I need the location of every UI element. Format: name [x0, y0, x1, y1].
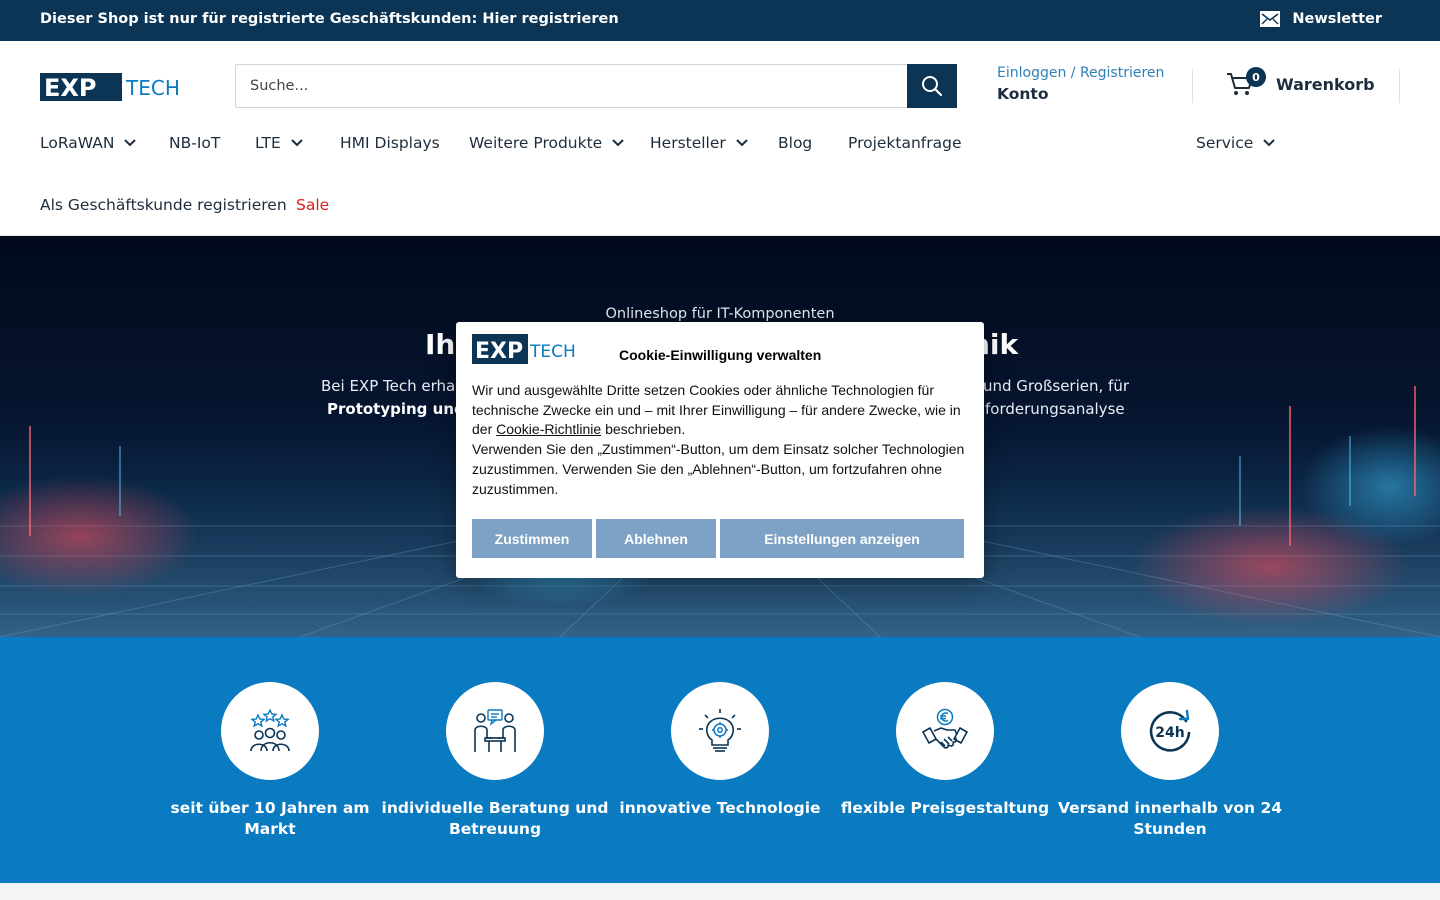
envelope-icon [1260, 11, 1281, 27]
accept-button[interactable]: Zustimmen [472, 519, 592, 558]
hero-line2-right: forderungsanalyse [985, 400, 1125, 418]
nav-label: NB-IoT [169, 134, 221, 152]
cookie-dialog-text: Wir und ausgewählte Dritte setzen Cookie… [472, 381, 972, 499]
header-divider [1192, 69, 1193, 103]
feature-label: innovative Technologie [619, 799, 821, 817]
nav-label: Projektanfrage [848, 134, 962, 152]
nav-item-hmi-displays[interactable]: HMI Displays [340, 134, 440, 152]
chevron-down-icon [736, 139, 748, 147]
nav-item-weitere-produkte[interactable]: Weitere Produkte [469, 134, 624, 152]
nav-item-hersteller[interactable]: Hersteller [650, 134, 748, 152]
account-link[interactable]: Konto [997, 85, 1164, 103]
feature-icon-circle [671, 682, 769, 780]
chevron-down-icon [612, 139, 624, 147]
nav-label: Sale [296, 196, 330, 214]
nav-item-lorawan[interactable]: LoRaWAN [40, 134, 137, 152]
hero-subtitle: Onlineshop für IT-Komponenten [605, 306, 835, 322]
account-area: Einloggen / Registrieren Konto [997, 65, 1164, 103]
nav-item-sale[interactable]: Sale [296, 196, 329, 214]
feature-label: flexible Preisgestaltung [840, 799, 1050, 817]
handshake-euro-icon [922, 708, 968, 749]
search-input[interactable] [236, 65, 907, 107]
consulting-icon [474, 709, 516, 752]
lightbulb-gear-icon [699, 709, 741, 752]
nav-item-blog[interactable]: Blog [778, 134, 812, 152]
nav-label: LTE [255, 134, 281, 152]
feature-label: seit über 10 Jahren am Markt [170, 799, 370, 838]
feature-item: innovative Technologie [600, 682, 840, 819]
nav-label: Hersteller [650, 134, 726, 152]
cookie-dialog-title: Cookie-Einwilligung verwalten [619, 347, 822, 363]
cart-count-badge: 0 [1246, 67, 1266, 87]
nav-label: Blog [778, 134, 813, 152]
feature-label: Versand innerhalb von 24 Stunden [1057, 799, 1283, 838]
feature-icon-circle: 24h [1121, 682, 1219, 780]
24h-icon: 24h [1149, 709, 1191, 752]
feature-item: individuelle Beratung und Betreuung [375, 682, 615, 840]
search-icon [922, 76, 943, 97]
reject-button[interactable]: Ablehnen [596, 519, 716, 558]
feature-item: 24h Versand innerhalb von 24 Stunden [1050, 682, 1290, 840]
footer-strip [0, 883, 1440, 900]
nav-item-register-business[interactable]: Als Geschäftskunde registrieren [40, 196, 287, 214]
nav-item-nb-iot[interactable]: NB-IoT [169, 134, 220, 152]
newsletter-link[interactable]: Newsletter [1260, 11, 1382, 27]
feature-item: flexible Preisgestaltung [825, 682, 1065, 819]
chevron-down-icon [1263, 139, 1276, 147]
hero-line1-right: und Großserien, für [983, 377, 1129, 395]
hero-line1-left: Bei EXP Tech erhalte [321, 377, 475, 395]
cart-button[interactable]: 0 Warenkorb [1226, 67, 1375, 97]
cookie-text-3: Verwenden Sie den „Zustimmen“-Button, um… [472, 441, 965, 497]
feature-label: individuelle Beratung und Betreuung [381, 799, 609, 838]
nav-label: Als Geschäftskunde registrieren [40, 196, 287, 214]
feature-icon-circle [896, 682, 994, 780]
nav-item-service[interactable]: Service [1196, 134, 1276, 152]
cookie-consent-dialog: EXP TECH Cookie-Einwilligung verwalten W… [456, 322, 984, 578]
svg-text:EXP: EXP [44, 74, 97, 101]
svg-text:TECH: TECH [529, 342, 576, 362]
search-button[interactable] [907, 64, 957, 108]
hero-line2-left: Prototyping und [327, 400, 465, 418]
feature-icon-circle [446, 682, 544, 780]
feature-icon-circle [221, 682, 319, 780]
svg-text:24h: 24h [1155, 725, 1184, 741]
nav-label: HMI Displays [340, 134, 440, 152]
login-register-link[interactable]: Einloggen / Registrieren [997, 65, 1164, 81]
modal-logo: EXP TECH [472, 332, 584, 371]
exptech-logo[interactable]: EXP TECH [40, 73, 197, 105]
chevron-down-icon [124, 139, 137, 147]
show-settings-button[interactable]: Einstellungen anzeigen [720, 519, 964, 558]
features-section: seit über 10 Jahren am Markt individuell… [0, 637, 1440, 883]
search-bar [235, 64, 957, 108]
header-divider [1399, 69, 1400, 103]
cookie-policy-link[interactable]: Cookie-Richtlinie [496, 421, 601, 437]
nav-label: Service [1196, 134, 1254, 152]
nav-item-lte[interactable]: LTE [255, 134, 303, 152]
nav-label: LoRaWAN [40, 134, 115, 152]
svg-text:EXP: EXP [475, 339, 523, 364]
announcement-bar: Dieser Shop ist nur für registrierte Ges… [0, 0, 1440, 41]
nav-item-projektanfrage[interactable]: Projektanfrage [848, 134, 962, 152]
cookie-text-2: beschrieben. [605, 421, 686, 438]
team-stars-icon [250, 709, 290, 752]
chevron-down-icon [291, 139, 303, 147]
register-announcement-link[interactable]: Dieser Shop ist nur für registrierte Ges… [40, 11, 619, 27]
nav-label: Weitere Produkte [469, 134, 603, 152]
svg-text:TECH: TECH [125, 76, 180, 100]
newsletter-label: Newsletter [1292, 11, 1382, 27]
site-header: EXP TECH Einloggen / Registrieren Konto … [0, 41, 1440, 236]
cart-label: Warenkorb [1276, 74, 1375, 94]
feature-item: seit über 10 Jahren am Markt [150, 682, 390, 840]
